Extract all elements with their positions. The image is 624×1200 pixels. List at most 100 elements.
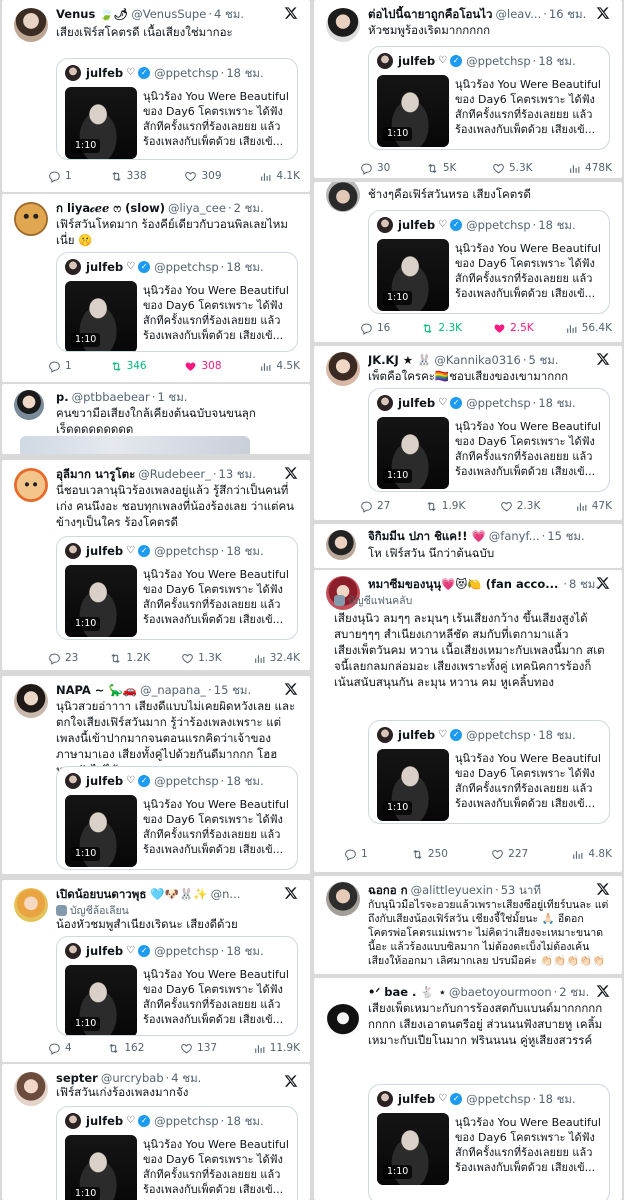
author-handle[interactable]: @baetoyourmoon [449, 984, 552, 1000]
author-handle[interactable]: @_napana_ [140, 682, 206, 698]
tweet-time[interactable]: 15 ชม. [547, 528, 584, 544]
tweet-card[interactable]: จิกิมมีน ปภา ชิแค!! 💗 @fanyf... · 15 ชม.… [314, 524, 622, 568]
author-name[interactable]: อุลีมาก นารูโตะ [56, 466, 135, 482]
author-handle[interactable]: @Rudebeer_ [138, 466, 211, 482]
video-thumbnail[interactable]: 1:10 [377, 417, 449, 489]
x-logo-icon[interactable] [284, 466, 298, 480]
retweet-button[interactable]: 1.9K [425, 500, 465, 513]
retweet-button[interactable]: 5K [426, 162, 456, 175]
tweet-card[interactable]: หมาซีมของนุนุ💗😻🍋 (fan acco... · 8 ชม. บั… [314, 570, 622, 872]
author-name[interactable]: จิกิมมีน ปภา ชิแค!! 💗 [368, 528, 486, 544]
quoted-tweet[interactable]: julfeb ♡ ✓ @ppetchsp · 18 ชม. 1:10 นุนิวร้อง … [56, 766, 298, 870]
author-name[interactable]: p. [56, 389, 69, 405]
views-button[interactable]: 4.1K [259, 170, 300, 183]
video-thumbnail[interactable]: 1:10 [65, 281, 137, 351]
quoted-tweet[interactable]: julfeb ♡ ✓ @ppetchsp · 18 ชม. 1:10 นุนิวร้อง … [56, 252, 298, 352]
avatar[interactable] [14, 8, 48, 42]
views-button[interactable]: 47K [575, 500, 612, 513]
like-button[interactable]: 2.3K [500, 500, 540, 513]
video-thumbnail[interactable]: 1:10 [65, 965, 137, 1035]
quoted-tweet[interactable]: julfeb ♡ ✓ @ppetchsp · 18 ชม. 1:10 นุนิวร้อง … [56, 536, 298, 640]
quoted-tweet[interactable]: julfeb ♡ ✓ @ppetchsp · 18 ชม. 1:10 นุนิวร้อง … [368, 1084, 610, 1200]
avatar[interactable] [14, 202, 48, 236]
avatar[interactable] [14, 888, 48, 922]
views-button[interactable]: 56.4K [565, 322, 612, 335]
tweet-time[interactable]: 53 นาที [501, 882, 541, 898]
avatar[interactable] [326, 8, 360, 42]
like-button[interactable]: 308 [184, 360, 222, 373]
reply-button[interactable]: 27 [360, 500, 390, 513]
avatar[interactable] [14, 1072, 48, 1106]
media-preview[interactable] [20, 436, 250, 454]
like-button[interactable]: 5.3K [492, 162, 533, 175]
author-name[interactable]: NAPA ~ 🦕🚗 [56, 682, 137, 698]
like-button[interactable]: 309 [184, 170, 222, 183]
x-logo-icon[interactable] [284, 886, 298, 900]
reply-button[interactable]: 1 [48, 170, 72, 183]
tweet-card[interactable]: อุลีมาก นารูโตะ @Rudebeer_ · 13 ชม. นี่ช… [2, 460, 310, 670]
author-handle[interactable]: @leav... [496, 6, 542, 22]
quoted-tweet[interactable]: julfeb ♡ ✓ @ppetchsp · 18 ชม. 1:10 นุนิวร้อง … [56, 58, 298, 160]
author-name[interactable]: Venus 🍃🌶 [56, 6, 128, 22]
author-name[interactable]: หมาซีมของนุนุ💗😻🍋 (fan acco... [368, 576, 558, 592]
avatar[interactable] [14, 390, 44, 420]
reply-button[interactable]: 30 [360, 162, 390, 175]
retweet-button[interactable]: 250 [411, 848, 448, 861]
tweet-card[interactable]: septer @urcrybab · 4 ชม. เฟิร์สวันเก่งร้… [2, 1064, 310, 1200]
avatar[interactable] [326, 530, 356, 560]
author-handle[interactable]: @fanyf... [489, 528, 540, 544]
author-handle[interactable]: @liya_cee [168, 200, 226, 216]
author-name[interactable]: JK.KJ ★ 🐰 [368, 352, 431, 368]
avatar[interactable] [326, 352, 360, 386]
quoted-tweet[interactable]: julfeb ♡ ✓ @ppetchsp · 18 ชม. 1:10 นุนิวร้อง … [56, 936, 298, 1036]
avatar[interactable] [326, 1004, 360, 1038]
like-button[interactable]: 227 [491, 848, 528, 861]
author-name[interactable]: ต่อไปนี้ฉายาถูกคือโอนไว [368, 6, 493, 22]
x-logo-icon[interactable] [596, 984, 610, 998]
author-handle[interactable]: @alittleyuexin [411, 882, 493, 898]
tweet-card[interactable]: p. @ptbbaebear · 1 ชม. คนขวามือเสียงใกล้… [2, 384, 310, 454]
quoted-tweet[interactable]: julfeb ♡ ✓ @ppetchsp · 18 ชม. 1:10 นุนิวร้อง … [56, 1106, 298, 1200]
tweet-card[interactable]: JK.KJ ★ 🐰 @Kannika0316 · 5 ชม. เพ็ตคือใค… [314, 346, 622, 520]
reply-button[interactable]: 1 [344, 848, 368, 861]
author-handle[interactable]: @ptbbaebear [72, 389, 150, 405]
video-thumbnail[interactable]: 1:10 [377, 1113, 449, 1185]
author-name[interactable]: ก liya𝒸ℯℯ ෆ (slow) [56, 200, 165, 216]
tweet-time[interactable]: 13 ชม. [219, 466, 256, 482]
tweet-card[interactable]: ฉอกอ ก @alittleyuexin · 53 นาที กับนุนิว… [314, 876, 622, 974]
tweet-time[interactable]: 2 ชม. [234, 200, 264, 216]
reply-button[interactable]: 23 [48, 652, 78, 665]
x-logo-icon[interactable] [596, 576, 610, 590]
x-logo-icon[interactable] [596, 6, 610, 20]
avatar[interactable] [326, 882, 360, 916]
like-button[interactable]: 2.5K [493, 322, 534, 335]
avatar[interactable] [326, 182, 360, 212]
tweet-time[interactable]: 16 ชม. [549, 6, 586, 22]
tweet-card[interactable]: ก liya𝒸ℯℯ ෆ (slow) @liya_cee · 2 ชม. เฟิ… [2, 194, 310, 382]
x-logo-icon[interactable] [596, 882, 610, 896]
retweet-button[interactable]: 162 [107, 1042, 144, 1055]
views-button[interactable]: 11.9K [253, 1042, 300, 1055]
tweet-card[interactable]: •ᐟ bae . 🐇 ⋆ @baetoyourmoon · 2 ชม. เสีย… [314, 978, 622, 1200]
x-logo-icon[interactable] [596, 352, 610, 366]
tweet-card[interactable]: ช้างๆคือเฟิร์สวันหรอ เสียงโคตรดี julfeb ♡… [314, 182, 622, 342]
reply-button[interactable]: 16 [360, 322, 390, 335]
author-handle[interactable]: @VenusSupe [131, 6, 206, 22]
author-name[interactable]: •ᐟ bae . 🐇 ⋆ [368, 984, 446, 1000]
tweet-card[interactable]: เปิดน้อยบนดาวพุธ 🩵🐶🐰✨ @n... บัญชีล้อเลีย… [2, 880, 310, 1062]
like-button[interactable]: 1.3K [181, 652, 222, 665]
like-button[interactable]: 137 [180, 1042, 217, 1055]
retweet-button[interactable]: 338 [110, 170, 147, 183]
tweet-time[interactable]: 15 ชม. [214, 682, 251, 698]
author-handle[interactable]: @n... [211, 886, 241, 902]
retweet-button[interactable]: 346 [110, 360, 147, 373]
tweet-time[interactable]: 4 ชม. [214, 6, 244, 22]
quoted-tweet[interactable]: julfeb ♡ ✓ @ppetchsp · 18 ชม. 1:10 นุนิวร้อง … [368, 388, 610, 492]
video-thumbnail[interactable]: 1:10 [65, 795, 137, 867]
views-button[interactable]: 32.4K [253, 652, 300, 665]
tweet-card[interactable]: Venus 🍃🌶 @VenusSupe · 4 ชม. เสียงเฟิร์สโ… [2, 0, 310, 192]
tweet-time[interactable]: 5 ชม. [528, 352, 558, 368]
reply-button[interactable]: 4 [48, 1042, 72, 1055]
quoted-tweet[interactable]: julfeb ♡ ✓ @ppetchsp · 18 ชม. 1:10 นุนิวร้อง … [368, 46, 610, 150]
views-button[interactable]: 4.8K [571, 848, 612, 861]
